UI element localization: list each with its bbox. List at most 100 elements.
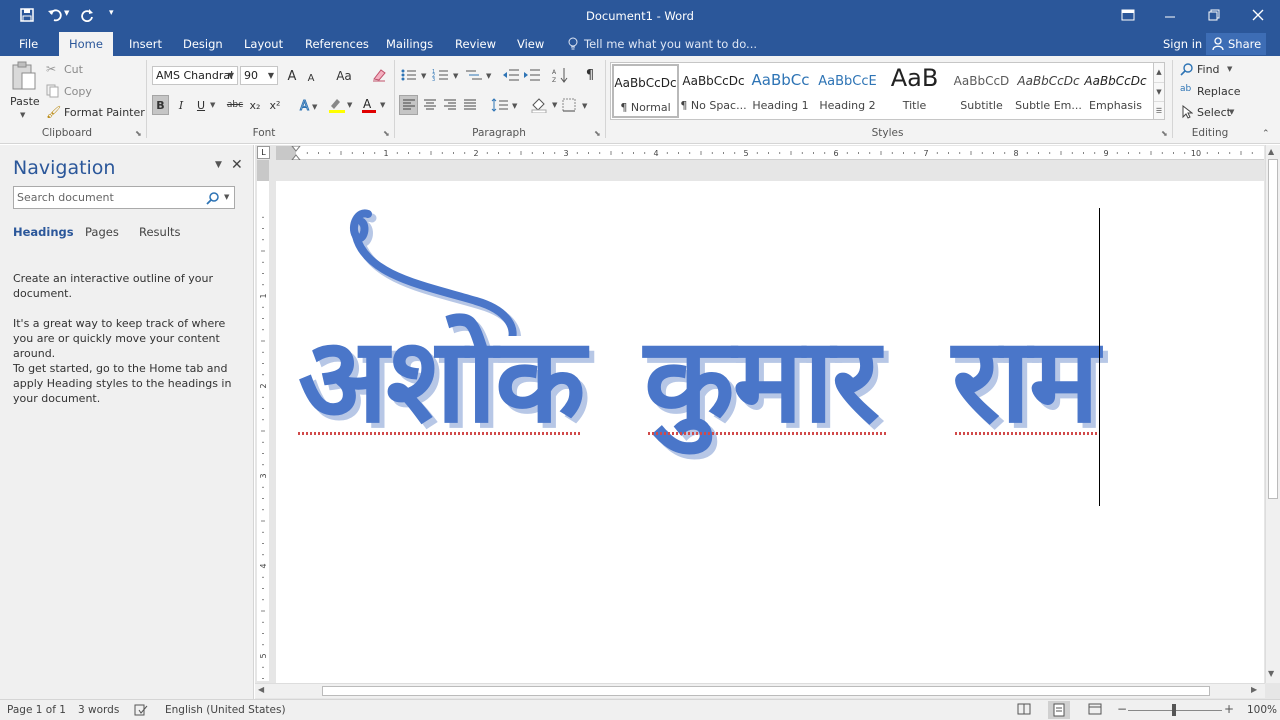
shading-icon[interactable]: ▼	[530, 95, 560, 115]
increase-indent-icon[interactable]	[523, 65, 541, 85]
share-button[interactable]: Share	[1206, 33, 1266, 55]
tab-review[interactable]: Review	[453, 32, 498, 56]
nav-tab-results[interactable]: Results	[139, 225, 181, 239]
numbering-icon[interactable]: 1 2 3 ▼	[432, 65, 462, 85]
scroll-thumb[interactable]	[322, 686, 1210, 696]
print-layout-icon[interactable]	[1048, 701, 1070, 719]
change-case-button[interactable]: Aa	[330, 66, 358, 86]
ribbon-display-options-icon[interactable]	[1106, 0, 1150, 30]
decrease-indent-icon[interactable]	[502, 65, 520, 85]
style-subtitle[interactable]: AaBbCcD Subtitle	[948, 64, 1015, 118]
sort-icon[interactable]: AZ	[552, 65, 570, 85]
text-effects-icon[interactable]: A ▼	[297, 95, 321, 115]
chevron-up-icon[interactable]: ▲	[1154, 63, 1164, 82]
replace-button[interactable]: ab Replace	[1180, 84, 1250, 100]
tab-design[interactable]: Design	[181, 32, 225, 56]
dialog-launcher-icon[interactable]: ⬊	[383, 129, 390, 138]
paste-button[interactable]: Paste ▼	[8, 61, 40, 123]
style-no-spacing[interactable]: AaBbCcDc ¶ No Spac...	[680, 64, 747, 118]
styles-scroll[interactable]: ▲ ▼ ☰	[1153, 62, 1165, 120]
tell-me-box[interactable]: Tell me what you want to do...	[582, 32, 759, 56]
superscript-button[interactable]: x²	[267, 95, 283, 115]
sign-in-link[interactable]: Sign in	[1161, 32, 1204, 56]
select-button[interactable]: Select ▼	[1180, 104, 1240, 121]
style-subtle-emphasis[interactable]: AaBbCcDc Subtle Em...	[1015, 64, 1082, 118]
vertical-scrollbar[interactable]: ▲ ▼	[1265, 145, 1280, 683]
document-page[interactable]: अशोक कुमार राम	[276, 181, 1264, 684]
vertical-ruler[interactable]: 1 2 3 4 5	[257, 181, 269, 681]
underline-button[interactable]: U	[194, 95, 208, 115]
minimize-icon[interactable]	[1148, 0, 1192, 30]
proofing-icon[interactable]	[134, 704, 148, 719]
line-spacing-icon[interactable]: ▼	[490, 95, 520, 115]
scroll-left-icon[interactable]: ◀	[258, 685, 264, 694]
bullets-icon[interactable]: ▼	[400, 65, 430, 85]
tab-file[interactable]: File	[17, 32, 40, 56]
more-styles-icon[interactable]: ☰	[1154, 101, 1164, 119]
scroll-up-icon[interactable]: ▲	[1268, 147, 1274, 156]
justify-icon[interactable]	[461, 95, 479, 115]
dialog-launcher-icon[interactable]: ⬊	[135, 129, 142, 138]
tab-view[interactable]: View	[515, 32, 546, 56]
pane-options-icon[interactable]: ▼	[215, 160, 222, 170]
shrink-font-button[interactable]: A	[304, 68, 318, 88]
font-color-icon[interactable]: A ▼	[360, 95, 388, 115]
style-normal[interactable]: AaBbCcDc ¶ Normal	[612, 64, 679, 118]
borders-icon[interactable]: ▼	[562, 95, 592, 115]
zoom-level[interactable]: 100%	[1247, 704, 1277, 716]
horizontal-scrollbar[interactable]: ◀ ▶	[255, 683, 1265, 698]
style-emphasis[interactable]: AaBbCcDc Emphasis	[1082, 64, 1149, 118]
grow-font-button[interactable]: A	[284, 66, 300, 86]
bold-button[interactable]: B	[152, 95, 169, 115]
close-pane-icon[interactable]: ✕	[231, 157, 243, 173]
style-title[interactable]: AaB Title	[881, 64, 948, 118]
find-button[interactable]: Find ▼	[1180, 62, 1240, 78]
zoom-in-icon[interactable]: +	[1224, 702, 1234, 716]
nav-tab-pages[interactable]: Pages	[85, 225, 119, 239]
dialog-launcher-icon[interactable]: ⬊	[594, 129, 601, 138]
zoom-slider-thumb[interactable]	[1172, 704, 1176, 716]
nav-tab-headings[interactable]: Headings	[13, 225, 74, 239]
font-name-combo[interactable]: AMS Chandral ▼	[152, 66, 238, 85]
title-bar: ▼ ▾ Document1 - Word	[0, 0, 1280, 32]
word-count[interactable]: 3 words	[78, 704, 119, 716]
ruler-number: 2	[259, 383, 268, 388]
tab-references[interactable]: References	[303, 32, 371, 56]
chevron-down-icon[interactable]: ▼	[210, 101, 215, 109]
subscript-button[interactable]: x₂	[247, 95, 263, 115]
search-document-input[interactable]: Search document ▼	[13, 186, 235, 209]
style-heading-1[interactable]: AaBbCc Heading 1	[747, 64, 814, 118]
tab-home[interactable]: Home	[59, 32, 113, 56]
tab-mailings[interactable]: Mailings	[384, 32, 435, 56]
show-formatting-marks-icon[interactable]: ¶	[582, 65, 598, 85]
font-size-combo[interactable]: 90 ▼	[240, 66, 278, 85]
collapse-ribbon-icon[interactable]: ⌃	[1262, 129, 1270, 139]
scroll-right-icon[interactable]: ▶	[1251, 685, 1257, 694]
web-layout-icon[interactable]	[1088, 703, 1102, 718]
restore-icon[interactable]	[1192, 0, 1236, 30]
chevron-down-icon[interactable]: ▼	[1154, 82, 1164, 101]
align-right-icon[interactable]	[441, 95, 459, 115]
tab-insert[interactable]: Insert	[127, 32, 164, 56]
align-center-icon[interactable]	[421, 95, 439, 115]
search-icon[interactable]	[206, 191, 220, 208]
language[interactable]: English (United States)	[165, 704, 286, 716]
strikethrough-button[interactable]: abc	[225, 95, 245, 115]
style-heading-2[interactable]: AaBbCcE Heading 2	[814, 64, 881, 118]
chevron-down-icon[interactable]: ▼	[224, 193, 229, 201]
tab-selector[interactable]: L	[257, 146, 270, 159]
close-icon[interactable]	[1236, 0, 1280, 30]
scroll-thumb[interactable]	[1268, 159, 1278, 499]
clear-formatting-icon[interactable]	[370, 65, 388, 85]
horizontal-ruler[interactable]: 1 2 3 4 5 6 7 8 9 10	[276, 145, 1264, 161]
zoom-out-icon[interactable]: −	[1117, 702, 1127, 716]
read-mode-icon[interactable]	[1017, 703, 1031, 718]
tab-layout[interactable]: Layout	[242, 32, 285, 56]
multilevel-list-icon[interactable]: ▼	[464, 65, 494, 85]
dialog-launcher-icon[interactable]: ⬊	[1161, 129, 1168, 138]
scroll-down-icon[interactable]: ▼	[1268, 669, 1274, 678]
page-count[interactable]: Page 1 of 1	[7, 704, 66, 716]
italic-button[interactable]: I	[174, 95, 188, 115]
highlight-icon[interactable]: ▼	[327, 95, 355, 115]
align-left-icon[interactable]	[399, 95, 418, 115]
